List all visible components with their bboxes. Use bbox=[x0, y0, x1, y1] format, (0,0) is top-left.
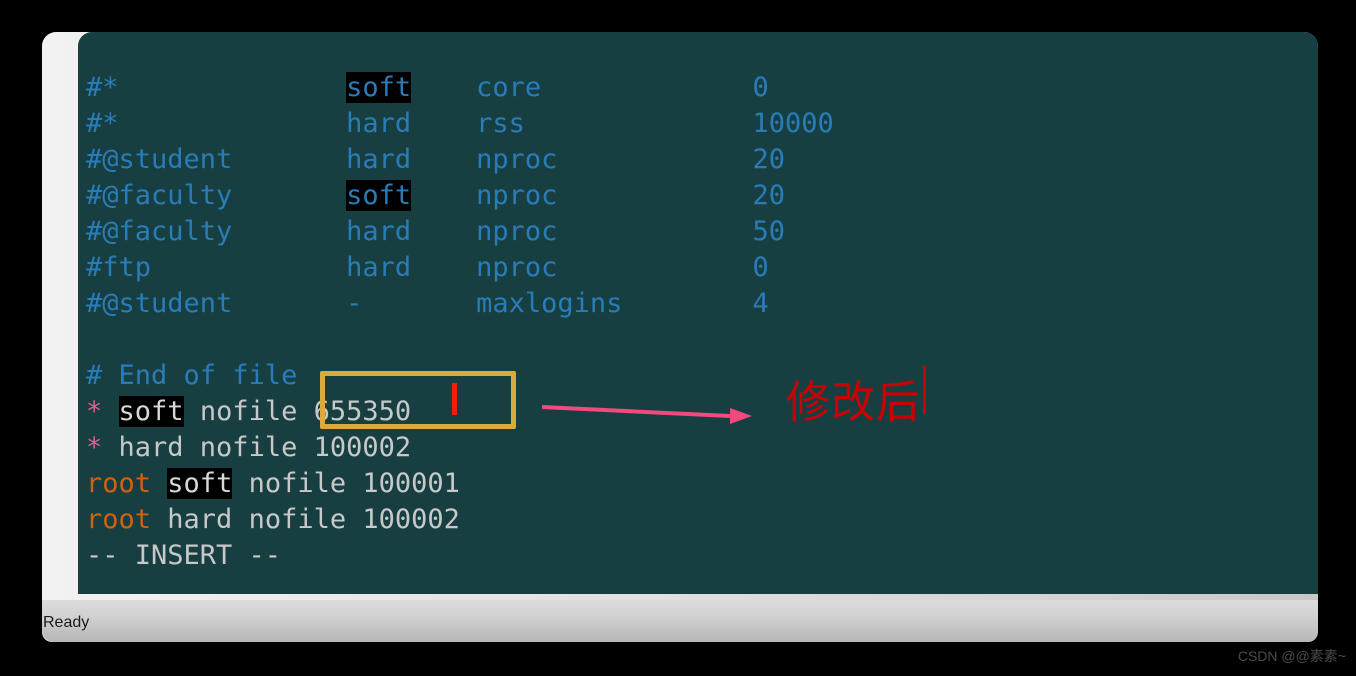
terminal-token: nofile 655350 bbox=[183, 396, 412, 427]
terminal-line: #* hard rss 10000 bbox=[86, 106, 834, 142]
terminal-token: #@faculty hard nproc 50 bbox=[86, 216, 785, 247]
terminal-line: #@faculty soft nproc 20 bbox=[86, 178, 785, 214]
terminal-token: 0 bbox=[752, 72, 769, 103]
status-bar: Ready bbox=[42, 600, 1318, 642]
terminal-token: # End of file bbox=[86, 360, 298, 391]
text-cursor bbox=[452, 383, 457, 415]
annotation-label: 修改后 bbox=[786, 377, 921, 428]
terminal-line: #@student - maxlogins 4 bbox=[86, 286, 769, 322]
terminal-line: #@student hard nproc 20 bbox=[86, 142, 785, 178]
terminal-line: #ftp hard nproc 0 bbox=[86, 250, 769, 286]
terminal-token: * bbox=[86, 432, 103, 463]
terminal-line: root hard nofile 100002 bbox=[86, 502, 460, 538]
terminal-text-area[interactable]: #* soft core 0 #* hard rss 10000 #@student… bbox=[78, 32, 1318, 594]
terminal-token: hard nofile 100002 bbox=[102, 432, 412, 463]
terminal-token: #@student - maxlogins 4 bbox=[86, 288, 769, 319]
status-bar-text: Ready bbox=[43, 614, 90, 631]
terminal-line: root soft nofile 100001 bbox=[86, 466, 460, 502]
terminal-token: hard nofile 100002 bbox=[151, 504, 460, 535]
terminal-line: # End of file bbox=[86, 358, 297, 394]
highlighted-token: soft bbox=[167, 468, 233, 499]
highlighted-token: soft bbox=[346, 72, 412, 103]
terminal-token: root bbox=[86, 504, 152, 535]
terminal-token: #* bbox=[86, 72, 119, 103]
terminal-line: * hard nofile 100002 bbox=[86, 430, 411, 466]
pink-arrow-annotation bbox=[542, 405, 752, 424]
highlighted-token: soft bbox=[346, 180, 412, 211]
terminal-token: nproc 20 bbox=[411, 180, 785, 211]
annotation-caret bbox=[923, 366, 926, 414]
terminal-token: #* hard rss 10000 bbox=[86, 108, 834, 139]
terminal-token: #ftp hard nproc 0 bbox=[86, 252, 769, 283]
terminal-token: root bbox=[86, 468, 152, 499]
highlighted-token: soft bbox=[118, 396, 184, 427]
terminal-token: * bbox=[86, 396, 103, 427]
terminal-token: core bbox=[476, 72, 542, 103]
terminal-token: nofile 100001 bbox=[232, 468, 460, 499]
terminal-line: * soft nofile 655350 bbox=[86, 394, 411, 430]
terminal-line: #* soft core 0 bbox=[86, 70, 769, 106]
csdn-watermark: CSDN @@素素~ bbox=[1237, 648, 1346, 664]
terminal-token: #@faculty bbox=[86, 180, 347, 211]
terminal-line: #@faculty hard nproc 50 bbox=[86, 214, 785, 250]
terminal-token: -- INSERT -- bbox=[86, 540, 282, 571]
terminal-line: -- INSERT -- bbox=[86, 538, 281, 574]
terminal-token: #@student hard nproc 20 bbox=[86, 144, 785, 175]
